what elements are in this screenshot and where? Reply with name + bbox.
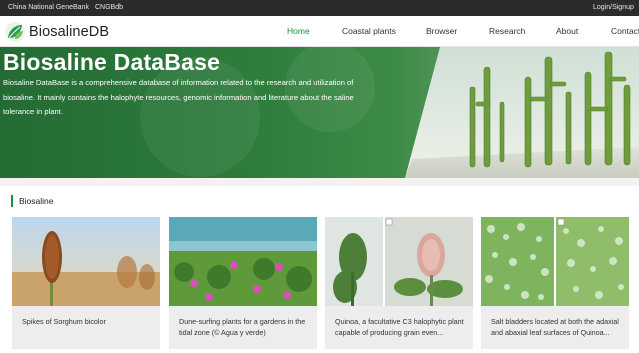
nav-about[interactable]: About: [556, 26, 578, 36]
hero-description: Biosaline DataBase is a comprehensive da…: [3, 78, 354, 116]
nav-coastal-plants[interactable]: Coastal plants: [342, 26, 396, 36]
nav-contact[interactable]: Contact: [611, 26, 639, 36]
card-image-sorghum: [12, 217, 160, 306]
card-image-dune-plants: [169, 217, 317, 306]
nav-home[interactable]: Home: [287, 26, 310, 36]
card-dune-plants[interactable]: Dune-surfing plants for a gardens in the…: [169, 217, 317, 349]
brand-name: BiosalineDB: [29, 24, 110, 40]
card-salt-bladders[interactable]: Salt bladders located at both the adaxia…: [481, 217, 629, 349]
link-china-national-genebank[interactable]: China National GeneBank: [8, 4, 89, 11]
card-caption-quinoa: Quinoa, a facultative C3 halophytic plan…: [335, 317, 464, 337]
card-caption-dune-plants: Dune-surfing plants for a gardens in the…: [179, 317, 306, 337]
section-title: Biosaline: [11, 195, 54, 207]
card-quinoa[interactable]: Quinoa, a facultative C3 halophytic plan…: [325, 217, 473, 349]
brand-logo[interactable]: BiosalineDB: [4, 21, 109, 43]
login-signup-link[interactable]: Login/Signup: [593, 4, 634, 11]
nav-research[interactable]: Research: [489, 26, 525, 36]
card-caption-sorghum: Spikes of Sorghum bicolor: [22, 317, 106, 326]
nav-browser[interactable]: Browser: [426, 26, 457, 36]
card-sorghum[interactable]: Spikes of Sorghum bicolor: [12, 217, 160, 349]
top-bar: China National GeneBank CNGBdb Login/Sig…: [0, 0, 639, 16]
leaf-logo-icon: [5, 22, 25, 42]
card-image-quinoa: [325, 217, 473, 306]
link-cngbdb[interactable]: CNGBdb: [95, 4, 123, 11]
hero-banner: Biosaline DataBase Biosaline DataBase is…: [0, 47, 639, 178]
hero-title: Biosaline DataBase: [3, 49, 221, 75]
main-navbar: BiosalineDB Home Coastal plants Browser …: [0, 16, 639, 47]
card-image-salt-bladders: [481, 217, 629, 306]
card-caption-salt-bladders: Salt bladders located at both the adaxia…: [491, 317, 619, 337]
